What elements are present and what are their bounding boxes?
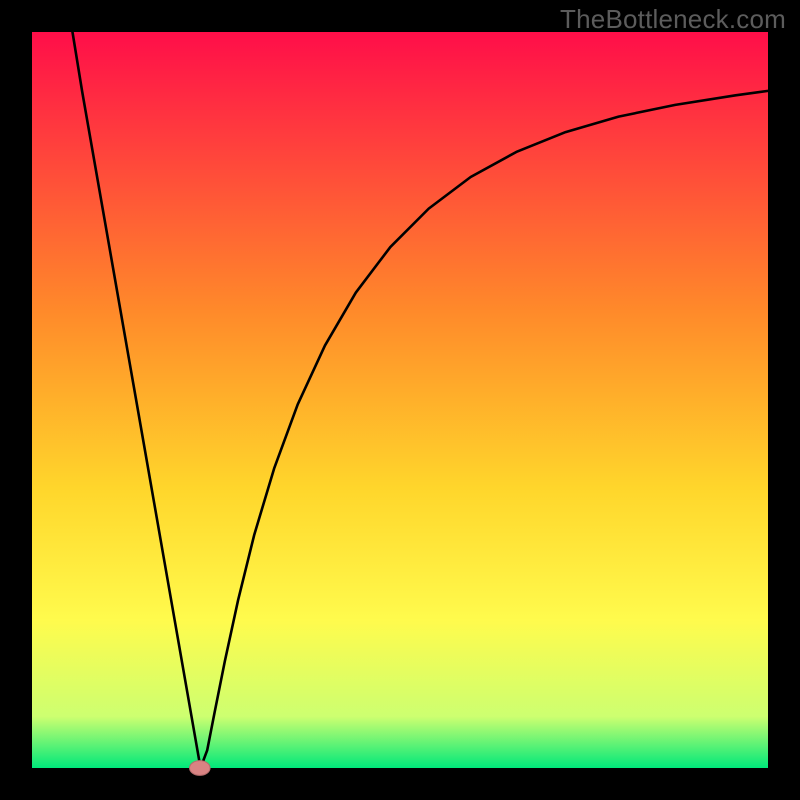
optimal-point-marker (190, 761, 211, 776)
bottleneck-chart (0, 0, 800, 800)
watermark-text: TheBottleneck.com (560, 4, 786, 35)
chart-frame: TheBottleneck.com (0, 0, 800, 800)
plot-background (32, 32, 768, 768)
